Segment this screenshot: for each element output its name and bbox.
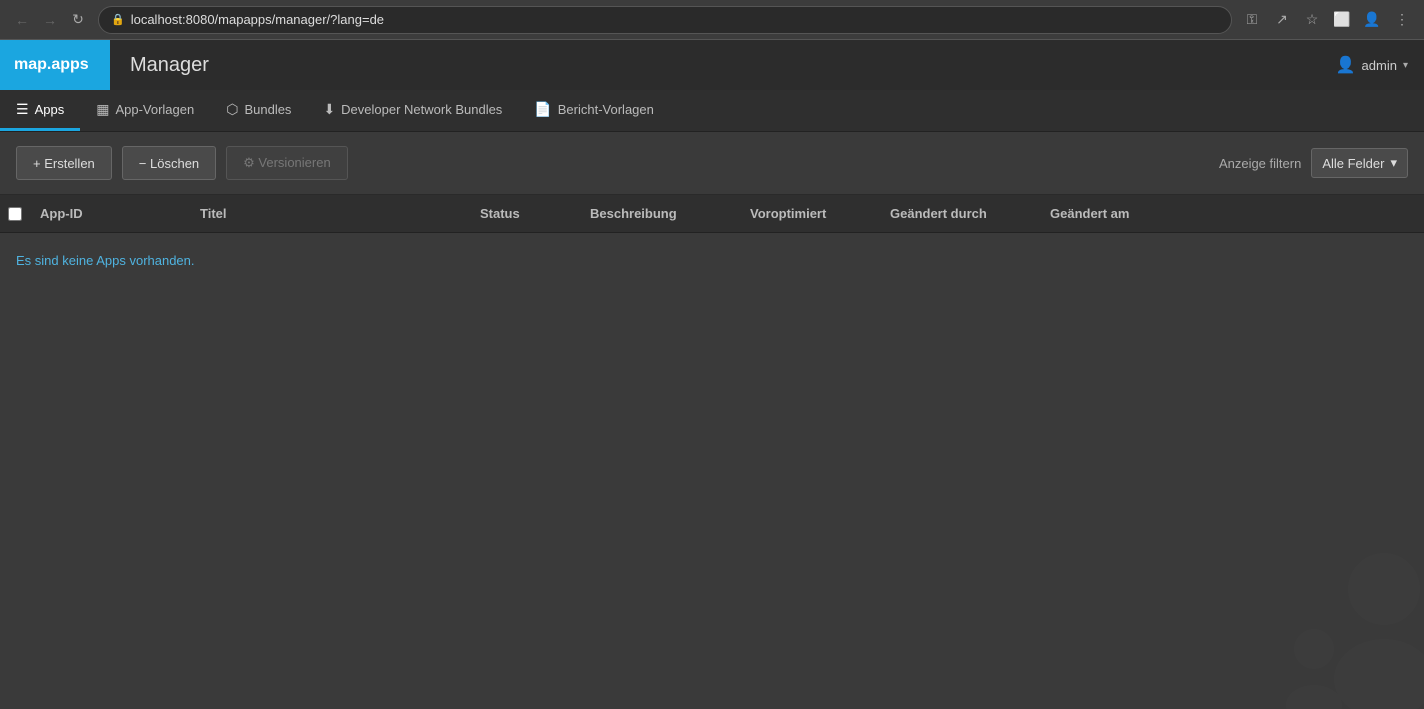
menu-icon[interactable]: ⋮ <box>1390 8 1414 32</box>
apps-tab-icon: ☰ <box>16 101 29 118</box>
watermark <box>1254 529 1424 709</box>
key-icon[interactable]: ⚿ <box>1240 8 1264 32</box>
share-icon[interactable]: ↗ <box>1270 8 1294 32</box>
app-vorlagen-tab-icon: ▦ <box>96 101 109 118</box>
star-icon[interactable]: ☆ <box>1300 8 1324 32</box>
filter-label: Anzeige filtern <box>1219 156 1301 171</box>
table-header-geaendert-durch: Geändert durch <box>890 206 1050 221</box>
window-icon[interactable]: ⬜ <box>1330 8 1354 32</box>
fields-dropdown[interactable]: Alle Felder ▾ <box>1311 148 1408 178</box>
select-all-checkbox[interactable] <box>8 207 22 221</box>
fields-chevron-icon: ▾ <box>1390 155 1397 171</box>
delete-button[interactable]: − Löschen <box>122 146 216 180</box>
back-button[interactable]: ← <box>10 8 34 32</box>
header-right: 👤 admin ▾ <box>1336 55 1424 75</box>
tab-bundles-label: Bundles <box>244 102 291 117</box>
app-header: map.apps Manager 👤 admin ▾ <box>0 40 1424 90</box>
browser-actions: ⚿ ↗ ☆ ⬜ 👤 ⋮ <box>1240 8 1414 32</box>
tab-developer-network-bundles[interactable]: ⬇ Developer Network Bundles <box>307 90 518 131</box>
browser-chrome: ← → ↻ 🔒 localhost:8080/mapapps/manager/?… <box>0 0 1424 40</box>
version-button[interactable]: ⚙ Versionieren <box>226 146 348 180</box>
bundles-tab-icon: ⬡ <box>226 101 238 118</box>
lock-icon: 🔒 <box>111 13 125 26</box>
user-icon: 👤 <box>1336 55 1356 75</box>
url-text: localhost:8080/mapapps/manager/?lang=de <box>131 12 384 27</box>
create-button[interactable]: + Erstellen <box>16 146 112 180</box>
tab-apps[interactable]: ☰ Apps <box>0 90 80 131</box>
tab-bundles[interactable]: ⬡ Bundles <box>210 90 307 131</box>
user-label[interactable]: admin <box>1362 58 1397 73</box>
tab-bericht-vorlagen-label: Bericht-Vorlagen <box>558 102 654 117</box>
tab-apps-label: Apps <box>35 102 65 117</box>
browser-nav-buttons: ← → ↻ <box>10 8 90 32</box>
tab-developer-network-bundles-label: Developer Network Bundles <box>341 102 502 117</box>
table-header-voroptimiert: Voroptimiert <box>750 206 890 221</box>
tab-bericht-vorlagen[interactable]: 📄 Bericht-Vorlagen <box>518 90 670 131</box>
table-header-checkbox[interactable] <box>8 207 40 221</box>
app-title: Manager <box>110 54 229 77</box>
empty-message: Es sind keine Apps vorhanden. <box>0 233 1424 288</box>
dev-bundles-tab-icon: ⬇ <box>323 101 335 118</box>
table-header-beschreibung: Beschreibung <box>590 206 750 221</box>
table-header-status: Status <box>480 206 590 221</box>
profile-icon[interactable]: 👤 <box>1360 8 1384 32</box>
fields-label: Alle Felder <box>1322 156 1384 171</box>
forward-button[interactable]: → <box>38 8 62 32</box>
table-header-app-id: App-ID <box>40 206 200 221</box>
table-header: App-ID Titel Status Beschreibung Voropti… <box>0 195 1424 233</box>
tab-app-vorlagen[interactable]: ▦ App-Vorlagen <box>80 90 210 131</box>
table-header-geaendert-am: Geändert am <box>1050 206 1210 221</box>
bericht-vorlagen-tab-icon: 📄 <box>534 101 551 118</box>
nav-tabs: ☰ Apps ▦ App-Vorlagen ⬡ Bundles ⬇ Develo… <box>0 90 1424 132</box>
tab-app-vorlagen-label: App-Vorlagen <box>115 102 194 117</box>
app-logo: map.apps <box>0 40 110 90</box>
user-chevron-icon[interactable]: ▾ <box>1403 60 1408 71</box>
toolbar: + Erstellen − Löschen ⚙ Versionieren Anz… <box>0 132 1424 195</box>
toolbar-right: Anzeige filtern Alle Felder ▾ <box>1219 148 1408 178</box>
table-header-titel: Titel <box>200 206 480 221</box>
reload-button[interactable]: ↻ <box>66 8 90 32</box>
main-content: + Erstellen − Löschen ⚙ Versionieren Anz… <box>0 132 1424 709</box>
address-bar[interactable]: 🔒 localhost:8080/mapapps/manager/?lang=d… <box>98 6 1232 34</box>
